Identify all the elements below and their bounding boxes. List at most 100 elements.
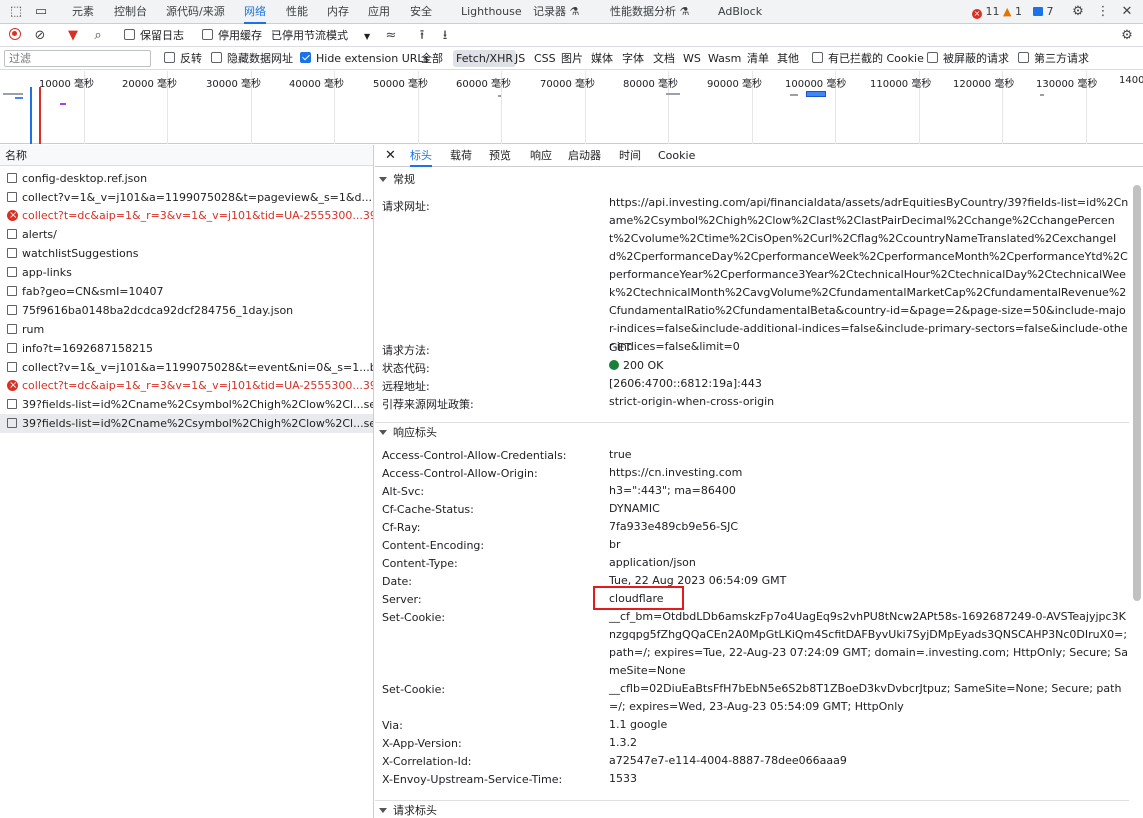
type-filter-other[interactable]: 其他 [774, 50, 802, 67]
tab-security[interactable]: 安全 [410, 0, 432, 24]
type-filter-all[interactable]: 全部 [418, 50, 446, 67]
request-row[interactable]: collect?v=1&_v=j101&a=1199075028&t=event… [0, 358, 373, 377]
tab-payload[interactable]: 载荷 [450, 145, 472, 167]
tab-sources[interactable]: 源代码/来源 [166, 0, 225, 24]
request-row[interactable]: info?t=1692687158215 [0, 339, 373, 358]
export-har-icon[interactable]: ⭳ [437, 28, 453, 44]
preserve-log-box[interactable] [124, 29, 135, 40]
close-devtools-icon[interactable]: ✕ [1119, 4, 1135, 20]
errors-badge[interactable]: × 11 [972, 0, 1000, 24]
disable-cache-label: 停用缓存 [218, 29, 262, 42]
blocked-requests-checkbox[interactable]: 被屏蔽的请求 [927, 51, 1009, 67]
tab-memory[interactable]: 内存 [327, 0, 349, 24]
blocked-cookies-checkbox[interactable]: 有已拦截的 Cookie [812, 51, 924, 67]
search-icon[interactable]: ⌕ [90, 28, 106, 44]
type-filter-doc[interactable]: 文档 [650, 50, 678, 67]
tab-console[interactable]: 控制台 [114, 0, 147, 24]
request-name: app-links [22, 266, 72, 279]
general-section-header[interactable]: 常规 [375, 170, 1129, 190]
request-row[interactable]: config-desktop.ref.json [0, 169, 373, 188]
request-row[interactable]: alerts/ [0, 225, 373, 244]
messages-badge[interactable]: 7 [1033, 0, 1054, 24]
request-headers-section-header[interactable]: 请求标头 [375, 800, 1129, 818]
header-key: X-Envoy-Upstream-Service-Time: [382, 773, 563, 786]
third-party-checkbox[interactable]: 第三方请求 [1018, 51, 1089, 67]
request-row-selected[interactable]: 39?fields-list=id%2Cname%2Csymbol%2Chigh… [0, 414, 373, 433]
type-filter-css[interactable]: CSS [531, 50, 559, 67]
request-type-icon [7, 362, 17, 372]
network-conditions-icon[interactable]: ≈ [383, 28, 399, 44]
type-filter-fetch-xhr[interactable]: Fetch/XHR [453, 50, 516, 67]
tab-headers[interactable]: 标头 [410, 145, 432, 167]
request-name: collect?v=1&_v=j101&a=1199075028&t=event… [22, 361, 373, 374]
request-row[interactable]: app-links [0, 263, 373, 282]
request-row[interactable]: watchlistSuggestions [0, 244, 373, 263]
filter-input[interactable] [4, 50, 151, 67]
tab-response[interactable]: 响应 [530, 145, 552, 167]
third-party-box[interactable] [1018, 52, 1029, 63]
settings-gear-icon[interactable]: ⚙ [1070, 4, 1086, 20]
header-key: 引荐来源网址政策: [382, 398, 474, 411]
warnings-badge[interactable]: ▲ 1 [1003, 0, 1022, 24]
type-filter-wasm[interactable]: Wasm [705, 50, 744, 67]
type-filter-js[interactable]: JS [512, 50, 528, 67]
type-filter-ws[interactable]: WS [680, 50, 704, 67]
hide-data-urls-box[interactable] [211, 52, 222, 63]
name-column-header[interactable]: 名称 [0, 145, 373, 166]
tab-lighthouse[interactable]: Lighthouse [461, 0, 522, 24]
disable-cache-checkbox[interactable]: 停用缓存 [202, 28, 262, 44]
request-row[interactable]: fab?geo=CN&smI=10407 [0, 282, 373, 301]
highlight-annotation-box [593, 586, 684, 610]
request-row[interactable]: rum [0, 320, 373, 339]
tab-performance[interactable]: 性能 [286, 0, 308, 24]
type-filter-img[interactable]: 图片 [558, 50, 586, 67]
type-filter-manifest[interactable]: 清单 [744, 50, 772, 67]
blocked-requests-box[interactable] [927, 52, 938, 63]
tab-timing[interactable]: 时间 [619, 145, 641, 167]
network-settings-gear-icon[interactable]: ⚙ [1119, 28, 1135, 44]
header-key: Set-Cookie: [382, 683, 446, 696]
blocked-cookies-box[interactable] [812, 52, 823, 63]
tab-recorder[interactable]: 记录器 ⚗ [533, 0, 579, 24]
header-value: DYNAMIC [609, 502, 660, 515]
request-row-error[interactable]: collect?t=dc&aip=1&_r=3&v=1&_v=j101&tid=… [0, 376, 373, 395]
inspect-element-icon[interactable]: ⬚ [8, 4, 24, 20]
hide-extension-urls-checkbox[interactable]: Hide extension URLs [300, 51, 429, 67]
invert-checkbox[interactable]: 反转 [164, 51, 202, 67]
throttling-select[interactable]: 已停用节流模式 ▼ [271, 28, 370, 44]
import-har-icon[interactable]: ⭱ [414, 28, 430, 44]
tab-performance-insights[interactable]: 性能数据分析 ⚗ [610, 0, 689, 24]
request-row-error[interactable]: collect?t=dc&aip=1&_r=3&v=1&_v=j101&tid=… [0, 206, 373, 225]
response-headers-section-header[interactable]: 响应标头 [375, 422, 1129, 442]
hide-data-urls-checkbox[interactable]: 隐藏数据网址 [211, 51, 293, 67]
details-scrollbar[interactable] [1133, 185, 1141, 601]
tab-elements[interactable]: 元素 [72, 0, 94, 24]
type-filter-font[interactable]: 字体 [619, 50, 647, 67]
request-row[interactable]: collect?v=1&_v=j101&a=1199075028&t=pagev… [0, 188, 373, 207]
device-toolbar-icon[interactable]: ▭ [33, 4, 49, 20]
tab-adblock[interactable]: AdBlock [718, 0, 762, 24]
tab-application[interactable]: 应用 [368, 0, 390, 24]
close-details-icon[interactable]: ✕ [385, 145, 396, 167]
tab-cookies[interactable]: Cookie [658, 145, 695, 167]
clear-icon[interactable]: ⊘ [32, 28, 48, 44]
error-icon: × [972, 9, 982, 19]
warnings-count: 1 [1014, 5, 1022, 18]
type-filter-media[interactable]: 媒体 [588, 50, 616, 67]
hide-extension-urls-box[interactable] [300, 52, 311, 63]
more-options-icon[interactable]: ⋮ [1095, 4, 1111, 20]
header-key: Server: [382, 593, 422, 606]
timeline-overview[interactable]: 10000 毫秒 20000 毫秒 30000 毫秒 40000 毫秒 5000… [0, 71, 1143, 144]
request-row[interactable]: 75f9616ba0148ba2dcdca92dcf284756_1day.js… [0, 301, 373, 320]
request-url-value: https://api.investing.com/api/financiald… [609, 196, 1129, 353]
invert-box[interactable] [164, 52, 175, 63]
record-stop-icon[interactable] [7, 28, 23, 44]
filter-icon[interactable]: ▼ [65, 28, 81, 44]
tab-network[interactable]: 网络 [244, 0, 266, 24]
disable-cache-box[interactable] [202, 29, 213, 40]
header-value: 1.1 google [609, 718, 668, 731]
tab-preview[interactable]: 预览 [489, 145, 511, 167]
tab-initiator[interactable]: 启动器 [568, 145, 601, 167]
request-row[interactable]: 39?fields-list=id%2Cname%2Csymbol%2Chigh… [0, 395, 373, 414]
preserve-log-checkbox[interactable]: 保留日志 [124, 28, 184, 44]
